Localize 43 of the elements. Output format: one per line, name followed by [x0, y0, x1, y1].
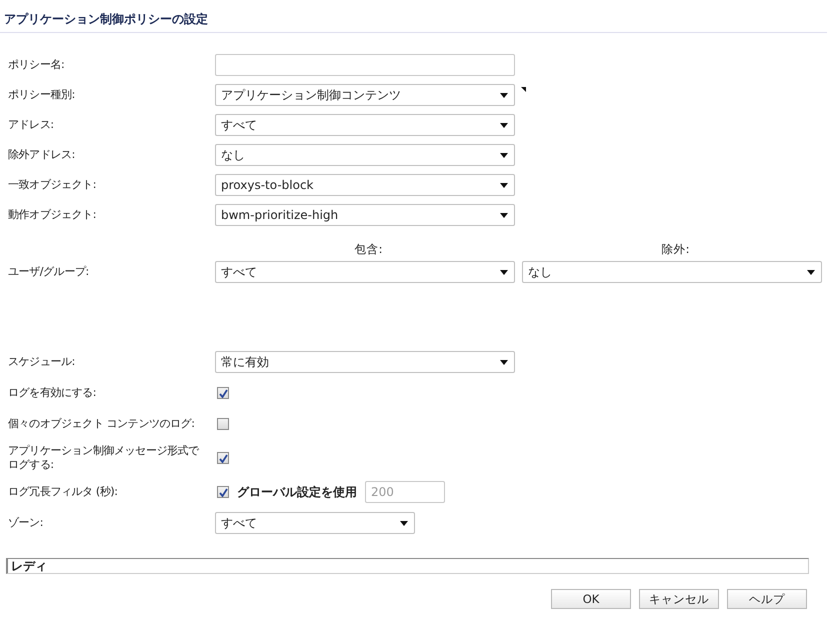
dropdown[interactable]: アプリケーション制御コンテンツ: [215, 84, 515, 106]
dropdown[interactable]: すべて: [215, 114, 515, 136]
field-label: アプリケーション制御メッセージ形式でログする:: [8, 444, 200, 472]
column-heading: 除外:: [660, 242, 690, 257]
column-heading: 包含:: [354, 242, 384, 257]
caret-icon: [500, 360, 508, 364]
field-label: 動作オブジェクト:: [8, 208, 98, 222]
caret-icon: [500, 270, 508, 274]
caret-icon: [500, 152, 508, 158]
dropdown[interactable]: 常に有効: [215, 351, 515, 373]
field-label: 個々のオブジェクト コンテンツのログ:: [8, 417, 196, 431]
caret-icon: [500, 212, 508, 218]
dialog-button[interactable]: OK: [551, 589, 631, 609]
field-label: ポリシー種別:: [8, 88, 76, 102]
input-field[interactable]: [215, 54, 515, 76]
dropdown[interactable]: proxys-to-block: [215, 174, 515, 196]
caret-icon: [807, 270, 815, 274]
checkbox[interactable]: [217, 387, 229, 399]
status-bar: レディ: [6, 558, 809, 574]
dropdown[interactable]: なし: [522, 261, 822, 283]
field-label: ログを有効にする:: [8, 386, 98, 400]
field-label: ログ冗長フィルタ (秒):: [8, 485, 119, 499]
checkbox[interactable]: [217, 418, 229, 430]
field-label: 除外アドレス:: [8, 148, 76, 162]
dropdown[interactable]: なし: [215, 144, 515, 166]
dialog-button[interactable]: ヘルプ: [727, 589, 807, 609]
dropdown[interactable]: すべて: [215, 512, 415, 534]
caret-icon: [500, 122, 508, 128]
field-label: 一致オブジェクト:: [8, 178, 98, 192]
field-label: アドレス:: [8, 118, 55, 132]
caret-icon: [500, 182, 508, 188]
page-title: アプリケーション制御ポリシーの設定: [0, 0, 827, 33]
field-label: スケジュール:: [8, 355, 76, 369]
field-label: ユーザ/グループ:: [8, 265, 90, 279]
dialog-button[interactable]: キャンセル: [639, 589, 719, 609]
caret-icon: [400, 520, 408, 526]
option-label: グローバル設定を使用: [237, 484, 357, 500]
dropdown[interactable]: bwm-prioritize-high: [215, 204, 515, 226]
field-label: ゾーン:: [8, 516, 44, 530]
caret-icon: [500, 92, 508, 98]
checkbox[interactable]: [217, 452, 229, 464]
field-label: ポリシー名:: [8, 58, 66, 72]
dropdown[interactable]: すべて: [215, 261, 515, 283]
